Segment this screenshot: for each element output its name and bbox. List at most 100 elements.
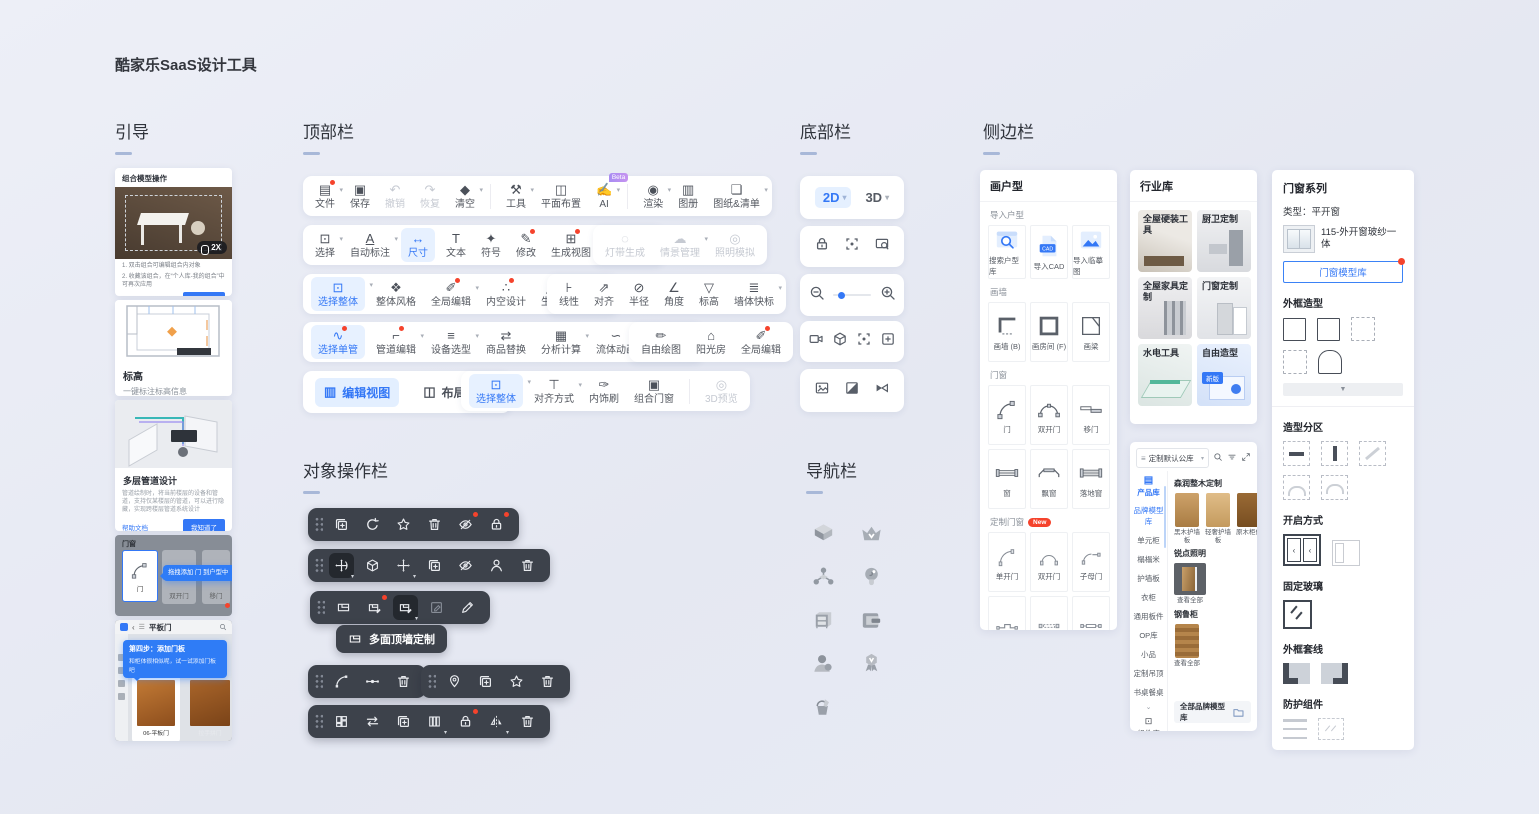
topbar-item-combo-window[interactable]: ▣组合门窗 (634, 377, 674, 405)
zone-horizontal[interactable] (1283, 441, 1310, 466)
drag-handle[interactable] (315, 558, 323, 573)
zoom-slider[interactable] (833, 294, 871, 296)
focus-icon[interactable] (844, 236, 860, 257)
topbar-item-scene-manage[interactable]: ☁情景管理 (660, 231, 700, 259)
custom-door-item[interactable]: 子母门 (1072, 532, 1110, 592)
rail-item-products[interactable]: ▤产品库 (1130, 471, 1167, 501)
rail-expander[interactable]: ⌄ (1130, 702, 1167, 712)
brand-thumb[interactable]: 查看全部 (1174, 563, 1206, 605)
topbar-item-select-whole2[interactable]: ⊡选择整体 (469, 374, 523, 408)
wall-tool[interactable]: 画房间 (F) (1030, 302, 1068, 362)
topbar-item-select-whole[interactable]: ⊡选择整体 (311, 277, 365, 311)
topbar-item-align[interactable]: ⇗对齐 (594, 280, 614, 308)
topbar-item-style[interactable]: ❖整体风格 (376, 280, 416, 308)
zoom-out-icon[interactable] (809, 285, 825, 306)
frame-shape-square[interactable] (1283, 318, 1306, 341)
topbar-item-drawings[interactable]: ❏图纸&清单 (713, 182, 760, 210)
wall-tool[interactable]: 画梁 (1072, 302, 1110, 362)
topbar-item-analysis[interactable]: ▦分析计算 (541, 328, 581, 356)
edit-view-button[interactable]: ▥编辑视图 (315, 378, 399, 407)
trash-icon[interactable] (515, 553, 540, 578)
window-item[interactable]: 窗 (988, 449, 1026, 509)
door-thumb-selected[interactable]: 06-平板门 (132, 676, 180, 741)
cube-view-icon[interactable] (832, 331, 848, 352)
ceiling-wall-icon[interactable] (393, 595, 418, 620)
import-item[interactable]: 搜索户型库 (988, 225, 1026, 279)
topbar-item-select[interactable]: ⊡选择 (315, 231, 335, 259)
topbar-item-tools[interactable]: ⚒工具 (506, 182, 526, 210)
material-thumb[interactable]: 轻奢护墙板 (1205, 493, 1231, 544)
material-thumb[interactable]: 原木柜体 (1236, 493, 1257, 544)
topbar-item-dimension[interactable]: ↔尺寸 (401, 228, 435, 262)
mode-2d-button[interactable]: 2D▾ (815, 187, 851, 208)
topbar-item-interior-design[interactable]: ∴内空设计 (486, 280, 526, 308)
rail-item[interactable]: 书桌餐桌 (1130, 683, 1167, 702)
topbar-item-symbol[interactable]: ✦符号 (481, 231, 501, 259)
topbar-item-free-draw[interactable]: ✏自由绘图 (641, 328, 681, 356)
industry-card[interactable]: 水电工具 (1138, 344, 1192, 406)
arc-wall-icon[interactable] (329, 669, 354, 694)
find-view-icon[interactable] (874, 236, 890, 257)
topbar-item-auto-label[interactable]: A自动标注 (350, 231, 390, 259)
door-item[interactable]: 门 (988, 385, 1026, 445)
custom-door-item[interactable] (1030, 596, 1068, 630)
import-item[interactable]: 导入CAD (1030, 225, 1068, 279)
zone-diagonal[interactable] (1359, 441, 1386, 466)
rail-scrollbar[interactable] (1164, 486, 1166, 548)
custom-door-item[interactable]: 单开门 (988, 532, 1026, 592)
topbar-item-brush[interactable]: ✑内饰刷 (589, 377, 619, 405)
drag-handle[interactable] (315, 674, 323, 689)
topbar-item-clear[interactable]: ◆清空 (455, 182, 475, 210)
got-it-button[interactable]: 我知道了 (183, 519, 225, 531)
fixed-glass-icon[interactable] (1283, 600, 1312, 629)
wall-tool[interactable]: 画墙 (B) (988, 302, 1026, 362)
focus-icon[interactable] (856, 331, 872, 352)
menu-icon[interactable]: ☰ (139, 623, 145, 631)
topbar-item-angle[interactable]: ∠角度 (664, 280, 684, 308)
got-it-button[interactable]: 我知道了 (183, 292, 225, 296)
industry-card[interactable]: 自由造型新版 (1197, 344, 1251, 406)
zone-arch[interactable] (1283, 475, 1310, 500)
rail-item[interactable]: 品牌模型库 (1130, 501, 1167, 531)
topbar-item-text[interactable]: T文本 (446, 231, 466, 259)
move-icon[interactable] (391, 553, 416, 578)
topbar-item-linear[interactable]: ⊦线性 (559, 280, 579, 308)
door-item-selected[interactable]: 门 (122, 550, 158, 602)
topbar-item-album[interactable]: ▥图册 (678, 182, 698, 210)
custom-door-item[interactable]: 双开门 (1030, 532, 1068, 592)
open-mode-casement[interactable] (1332, 540, 1360, 566)
help-doc-link[interactable]: 帮助文档 (122, 522, 148, 532)
topbar-item-select-pipe[interactable]: ∿选择单管 (311, 325, 365, 359)
duplicate-icon[interactable] (422, 553, 447, 578)
rail-item[interactable]: 小品 (1130, 645, 1167, 664)
person-view-icon[interactable] (484, 553, 509, 578)
mirror-icon[interactable] (484, 709, 509, 734)
trash-icon[interactable] (391, 669, 416, 694)
rail-item[interactable]: 榻榻米 (1130, 550, 1167, 569)
swap-icon[interactable] (360, 709, 385, 734)
rail-item-components[interactable]: ⊡组件库 (1130, 712, 1167, 731)
search-icon[interactable] (1213, 449, 1223, 467)
collapse-button[interactable]: ▼ (1283, 383, 1403, 396)
industry-card[interactable]: 厨卫定制 (1197, 210, 1251, 272)
split-segment-icon[interactable] (360, 669, 385, 694)
mode-3d-button[interactable]: 3D▾ (865, 190, 889, 205)
topbar-item-elevation[interactable]: ▽标高 (699, 280, 719, 308)
rail-item[interactable]: OP库 (1130, 626, 1167, 645)
custom-door-item[interactable] (1072, 596, 1110, 630)
favorite-icon[interactable] (391, 512, 416, 537)
rail-item[interactable]: 通用板件 (1130, 607, 1167, 626)
nav-badge-icon[interactable] (858, 650, 885, 677)
topbar-item-device-select[interactable]: ≡设备选型 (431, 328, 471, 356)
nav-vip-crown-icon[interactable] (858, 520, 885, 547)
pencil-icon[interactable] (455, 595, 480, 620)
topbar-item-save[interactable]: ▣保存 (350, 182, 370, 210)
window-item[interactable]: 飘窗 (1030, 449, 1068, 509)
nav-idea-bulb-icon[interactable] (858, 563, 885, 590)
zone-arch[interactable] (1321, 475, 1348, 500)
topbar-item-global-edit2[interactable]: ✐全局编辑 (741, 328, 781, 356)
all-brands-button[interactable]: 全部品牌模型库 (1174, 701, 1251, 723)
expand-icon[interactable] (1241, 449, 1251, 467)
frame-shape-dashed[interactable] (1283, 350, 1307, 374)
brand-thumb[interactable]: 查看全部 (1174, 624, 1200, 668)
